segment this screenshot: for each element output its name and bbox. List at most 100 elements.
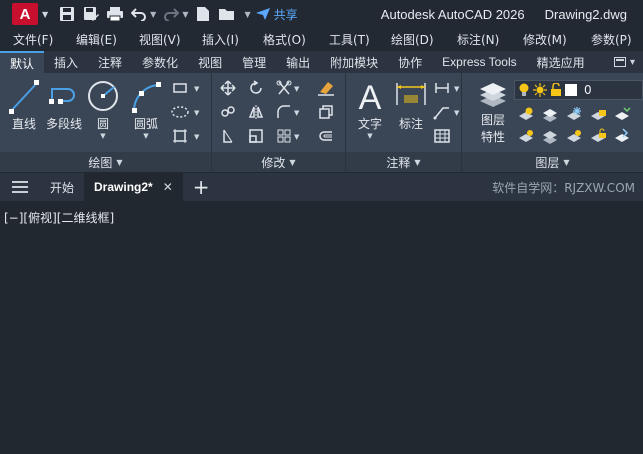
ribbon-minimize-control[interactable]: ▾ [613,56,635,68]
share-button[interactable]: 共享 [255,6,298,23]
save-as-icon[interactable] [82,5,100,23]
match-layer-icon[interactable] [612,127,632,145]
rotate-icon[interactable] [246,79,266,97]
undo-dropdown-icon[interactable]: ▼ [150,10,156,19]
save-icon[interactable] [58,5,76,23]
tab-insert[interactable]: 插入 [44,51,88,73]
drawing-canvas[interactable]: [−][俯视][二维线框] [0,201,643,454]
explode-icon[interactable] [316,103,336,121]
leader-dropdown-icon[interactable]: ▼ [454,109,459,117]
circle-dropdown-icon[interactable]: ▼ [100,132,105,140]
layer-unisolate-icon[interactable] [540,127,560,145]
copy-icon[interactable] [218,103,238,121]
tab-featured-apps[interactable]: 精选应用 [527,51,595,73]
layers-panel-title[interactable]: 图层 ▼ [462,152,643,172]
tab-manage[interactable]: 管理 [232,51,276,73]
linear-dimension-icon[interactable] [432,79,452,97]
layer-dropdown[interactable]: 0 [514,80,643,100]
array-icon[interactable] [274,127,294,145]
tab-view[interactable]: 视图 [188,51,232,73]
trim-icon[interactable] [274,79,294,97]
table-icon[interactable] [432,127,452,145]
circle-tool[interactable]: 圆 ▼ [86,79,120,140]
layers-panel-chevron-icon: ▼ [563,157,570,167]
new-file-icon[interactable] [194,5,212,23]
layer-unlock-all-icon[interactable] [588,127,608,145]
boundary-icon[interactable] [170,127,190,145]
file-tab-start[interactable]: 开始 [40,173,84,201]
tab-addins[interactable]: 附加模块 [320,51,388,73]
layer-thaw-all-icon[interactable] [564,127,584,145]
tab-parametric[interactable]: 参数化 [132,51,188,73]
erase-icon[interactable] [316,79,336,97]
offset-icon[interactable] [316,127,336,145]
menu-view[interactable]: 视图(V) [139,31,181,48]
linear-dimension-dropdown-icon[interactable]: ▼ [454,85,459,93]
hatch-dropdown-icon[interactable]: ▼ [194,109,199,117]
text-dropdown-icon[interactable]: ▼ [367,132,372,140]
fillet-icon[interactable] [274,103,294,121]
tab-collaborate[interactable]: 协作 [388,51,432,73]
move-icon[interactable] [218,79,238,97]
annotation-panel-title[interactable]: 注释 ▼ [346,152,461,172]
app-menu-chevron-icon[interactable]: ▼ [42,10,48,19]
tab-output[interactable]: 输出 [276,51,320,73]
layer-off-icon[interactable] [516,105,536,123]
layer-lock-icon[interactable] [588,105,608,123]
application-menu-button[interactable]: A [12,3,38,25]
open-folder-icon[interactable] [218,5,236,23]
redo-dropdown-icon[interactable]: ▼ [182,10,188,19]
menu-bar: 文件(F) 编辑(E) 视图(V) 插入(I) 格式(O) 工具(T) 绘图(D… [0,28,643,50]
file-tabs-menu-button[interactable] [0,181,40,193]
boundary-dropdown-icon[interactable]: ▼ [194,133,199,141]
new-tab-plus-icon[interactable]: + [193,175,210,199]
menu-parametric[interactable]: 参数(P) [591,31,632,48]
menu-edit[interactable]: 编辑(E) [76,31,117,48]
stretch-icon[interactable] [218,127,238,145]
menu-tools[interactable]: 工具(T) [329,31,370,48]
menu-format[interactable]: 格式(O) [263,31,306,48]
tab-annotate[interactable]: 注释 [88,51,132,73]
print-icon[interactable] [106,5,124,23]
viewport-controls[interactable]: [−][俯视][二维线框] [4,209,114,226]
dimension-tool[interactable]: 标注 [394,79,428,132]
layer-isolate-icon[interactable] [540,105,560,123]
draw-panel-title[interactable]: 绘图 ▼ [0,152,211,172]
make-current-layer-icon[interactable] [612,105,632,123]
tab-home[interactable]: 默认 [0,51,45,73]
hatch-icon[interactable] [170,103,190,121]
scale-icon[interactable] [246,127,266,145]
undo-icon[interactable] [130,5,148,23]
customize-qat-dropdown-icon[interactable]: ▼ [244,10,250,19]
annotation-panel-title-label: 注释 [386,155,411,170]
layer-properties-tool[interactable]: 图层 特性 [474,79,512,145]
menu-insert[interactable]: 插入(I) [202,31,239,48]
layer-on-all-icon[interactable] [516,127,536,145]
menu-modify[interactable]: 修改(M) [523,31,567,48]
arc-dropdown-icon[interactable]: ▼ [143,132,148,140]
text-label: 文字 [357,117,382,131]
close-tab-icon[interactable]: ✕ [163,180,173,194]
line-tool[interactable]: 直线 [8,79,40,132]
window-title: Autodesk AutoCAD 2026 Drawing2.dwg [381,0,643,28]
polyline-tool[interactable]: 多段线 [44,79,84,132]
menu-dimension[interactable]: 标注(N) [457,31,499,48]
layer-freeze-icon[interactable] [564,105,584,123]
text-tool[interactable]: A 文字 ▼ [352,77,388,140]
ribbon-minimize-chevron-icon: ▾ [629,56,635,68]
layer-unlock-icon [551,83,561,96]
arc-tool[interactable]: 圆弧 ▼ [128,79,164,140]
leader-icon[interactable] [432,103,452,121]
menu-draw[interactable]: 绘图(D) [391,31,434,48]
rectangle-dropdown-icon[interactable]: ▼ [194,85,199,93]
redo-icon[interactable] [162,5,180,23]
fillet-dropdown-icon[interactable]: ▼ [294,109,299,117]
modify-panel-title[interactable]: 修改 ▼ [212,152,345,172]
mirror-icon[interactable] [246,103,266,121]
menu-file[interactable]: 文件(F) [13,31,53,48]
file-tab-drawing[interactable]: Drawing2* ✕ [84,173,183,201]
trim-dropdown-icon[interactable]: ▼ [294,85,299,93]
tab-express-tools[interactable]: Express Tools [432,51,526,73]
rectangle-icon[interactable] [170,79,190,97]
array-dropdown-icon[interactable]: ▼ [294,133,299,141]
